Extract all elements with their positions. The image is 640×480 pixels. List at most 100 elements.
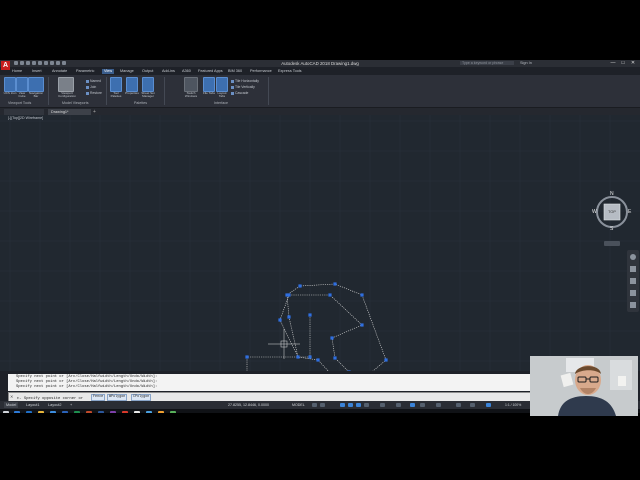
- undo-icon[interactable]: [44, 61, 48, 65]
- polar-toggle-icon[interactable]: [348, 403, 353, 407]
- grip-point[interactable]: [330, 336, 334, 340]
- sign-in-link[interactable]: Sign In: [520, 61, 532, 65]
- compass-east[interactable]: E: [628, 209, 631, 215]
- tab-parametric[interactable]: Parametric: [76, 69, 94, 74]
- tab-output[interactable]: Output: [142, 69, 153, 74]
- osnap-toggle-icon[interactable]: [356, 403, 361, 407]
- grip-point[interactable]: [384, 358, 388, 362]
- zoom-readout[interactable]: 1:1 / 100%: [505, 402, 521, 408]
- tab-bim-360[interactable]: BIM 360: [228, 69, 242, 74]
- switch-windows-button[interactable]: Switch Windows: [184, 77, 198, 98]
- workspace-switch-icon[interactable]: [456, 403, 461, 407]
- tool-palettes-button[interactable]: Tool Palettes: [110, 77, 122, 98]
- tab-layout1[interactable]: Layout1: [24, 402, 42, 408]
- navigation-bar-button[interactable]: Navigation Bar: [28, 77, 44, 98]
- tab-express-tools[interactable]: Express Tools: [278, 69, 302, 74]
- search-input[interactable]: Type a keyword or phrase: [460, 61, 514, 65]
- open-icon[interactable]: [20, 61, 24, 65]
- drawing-canvas[interactable]: Y X: [0, 115, 640, 371]
- tab-home[interactable]: Home: [12, 69, 22, 74]
- grip-point[interactable]: [360, 293, 364, 297]
- dynamic-ucs-icon[interactable]: [436, 403, 441, 407]
- option-wpolygon[interactable]: WPolygon: [107, 394, 128, 401]
- drawing-area[interactable]: Y X [-][Top][2D Wireframe] N S E W TOP: [0, 115, 640, 371]
- grip-point[interactable]: [333, 282, 337, 286]
- view-cube[interactable]: N S E W TOP: [591, 191, 633, 233]
- grip-point[interactable]: [308, 313, 312, 317]
- share-icon[interactable]: [56, 61, 60, 65]
- redo-icon[interactable]: [50, 61, 54, 65]
- showmotion-icon[interactable]: [630, 302, 636, 308]
- annotation-scale-icon[interactable]: [380, 403, 385, 407]
- option-fence[interactable]: Fence: [91, 394, 106, 401]
- restore-viewports-button[interactable]: Restore: [86, 91, 102, 95]
- tab-view[interactable]: View: [102, 69, 115, 74]
- wcs-menu-button[interactable]: [604, 241, 620, 246]
- tab-manage[interactable]: Manage: [120, 69, 134, 74]
- compass-south[interactable]: S: [610, 226, 613, 232]
- grip-point[interactable]: [328, 293, 332, 297]
- save-as-icon[interactable]: [32, 61, 36, 65]
- close-button[interactable]: ✕: [628, 60, 638, 66]
- qat-dropdown-icon[interactable]: [62, 61, 66, 65]
- isolate-objects-icon[interactable]: [396, 403, 401, 407]
- steering-wheel-icon[interactable]: [630, 254, 636, 260]
- file-tabs-button[interactable]: File Tabs: [203, 77, 215, 95]
- tab-add-ins[interactable]: Add-ins: [162, 69, 175, 74]
- properties-button[interactable]: Properties: [125, 77, 139, 95]
- minimize-button[interactable]: —: [608, 60, 618, 66]
- annotation-monitor-icon[interactable]: [470, 403, 475, 407]
- named-viewports-button[interactable]: Named: [86, 79, 101, 83]
- tab-a360[interactable]: A360: [182, 69, 191, 74]
- tile-vertically-button[interactable]: Tile Vertically: [231, 85, 255, 89]
- object-snap-tracking-icon[interactable]: [420, 403, 425, 407]
- grip-point[interactable]: [347, 370, 351, 371]
- maximize-button[interactable]: ☐: [618, 60, 628, 66]
- layout-tabs-button[interactable]: Layout Tabs: [216, 77, 228, 98]
- grip-point[interactable]: [316, 358, 320, 362]
- new-icon[interactable]: [14, 61, 18, 65]
- model-space-toggle[interactable]: MODEL: [292, 402, 305, 408]
- grip-point[interactable]: [298, 284, 302, 288]
- viewport-controls-label[interactable]: [-][Top][2D Wireframe]: [8, 116, 43, 120]
- tab-insert[interactable]: Insert: [32, 69, 42, 74]
- tab-featured-apps[interactable]: Featured Apps: [198, 69, 223, 74]
- grip-point[interactable]: [296, 355, 300, 359]
- view-cube-button[interactable]: View Cube: [16, 77, 28, 98]
- grip-point[interactable]: [360, 323, 364, 327]
- close-command-line-icon[interactable]: ✕: [10, 394, 13, 399]
- join-viewports-button[interactable]: Join: [86, 85, 96, 89]
- grid-toggle-icon[interactable]: [312, 403, 317, 407]
- tab-layout2[interactable]: Layout2: [46, 402, 64, 408]
- ucs-icon-button[interactable]: UCS Icon: [4, 77, 16, 95]
- coordinate-readout[interactable]: 27.8255, 12.8446, 0.0000: [228, 402, 269, 408]
- cascade-button[interactable]: Cascade: [231, 91, 248, 95]
- sheet-set-manager-button[interactable]: Sheet Set Manager: [141, 77, 155, 98]
- units-icon[interactable]: [486, 403, 491, 407]
- viewport-configuration-button[interactable]: Viewport Configuration: [58, 77, 76, 98]
- view-cube-top-face[interactable]: TOP: [606, 210, 618, 214]
- snap-toggle-icon[interactable]: [320, 403, 325, 407]
- selection-cycling-icon[interactable]: [410, 403, 415, 407]
- pan-icon[interactable]: [630, 266, 636, 272]
- tile-horizontally-button[interactable]: Tile Horizontally: [231, 79, 259, 83]
- compass-west[interactable]: W: [592, 209, 597, 215]
- grip-point[interactable]: [333, 356, 337, 360]
- tab-model[interactable]: Model: [4, 402, 19, 408]
- grip-point[interactable]: [287, 293, 291, 297]
- grip-point[interactable]: [287, 315, 291, 319]
- grip-point[interactable]: [245, 355, 249, 359]
- compass-north[interactable]: N: [610, 191, 614, 197]
- option-cpolygon[interactable]: CPolygon: [131, 394, 152, 401]
- tab-performance[interactable]: Performance: [250, 69, 272, 74]
- ortho-toggle-icon[interactable]: [340, 403, 345, 407]
- orbit-icon[interactable]: [630, 290, 636, 296]
- autocad-logo-icon[interactable]: A: [1, 61, 10, 70]
- grip-point[interactable]: [278, 318, 282, 322]
- grip-point[interactable]: [308, 355, 312, 359]
- save-icon[interactable]: [26, 61, 30, 65]
- tab-annotate[interactable]: Annotate: [52, 69, 67, 74]
- plot-icon[interactable]: [38, 61, 42, 65]
- tab-add-layout[interactable]: +: [68, 402, 74, 408]
- zoom-icon[interactable]: [630, 278, 636, 284]
